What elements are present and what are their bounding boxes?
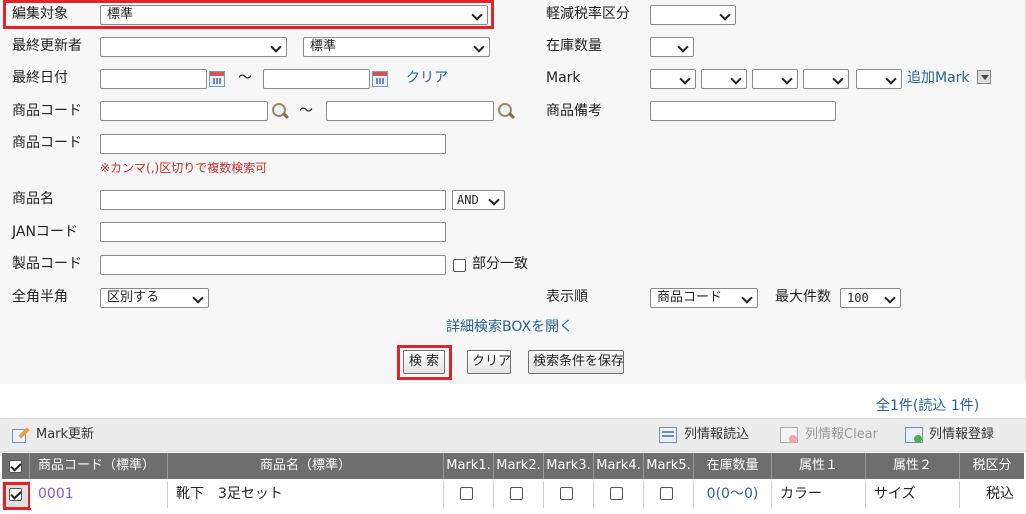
row-mark3-cell[interactable] bbox=[544, 481, 594, 508]
row-attr1: カラー bbox=[772, 481, 866, 508]
pencil-icon[interactable] bbox=[12, 427, 30, 443]
col-header-mark2[interactable]: Mark2. bbox=[494, 453, 544, 479]
row-mark5-cell[interactable] bbox=[644, 481, 694, 508]
col-header-tax[interactable]: 税区分 bbox=[960, 453, 1024, 479]
col-header-attr2[interactable]: 属性２ bbox=[866, 453, 960, 479]
sort-label: 表示順 bbox=[546, 289, 588, 305]
width-mode-label: 全角半角 bbox=[12, 289, 68, 305]
row-mark1-cell[interactable] bbox=[444, 481, 494, 508]
col-header-mark4[interactable]: Mark4. bbox=[594, 453, 644, 479]
last-updater-type-select[interactable]: 標準 bbox=[303, 37, 490, 57]
jan-code-label: JANコード bbox=[12, 224, 78, 240]
product-code-to-input[interactable] bbox=[326, 101, 494, 121]
max-count-select[interactable]: 100 bbox=[840, 288, 901, 308]
clear-button[interactable]: クリア bbox=[467, 350, 511, 374]
product-code-multi-label: 商品コード bbox=[12, 135, 82, 151]
product-code-range-label: 商品コード bbox=[12, 103, 82, 119]
row-mark1-checkbox[interactable] bbox=[460, 487, 473, 500]
max-count-label: 最大件数 bbox=[775, 289, 831, 305]
search-icon[interactable] bbox=[497, 102, 516, 120]
last-date-to-input[interactable] bbox=[263, 69, 370, 89]
col-header-mark1[interactable]: Mark1. bbox=[444, 453, 494, 479]
col-header-mark3[interactable]: Mark3. bbox=[544, 453, 594, 479]
date-clear-link[interactable]: クリア bbox=[406, 68, 448, 88]
edit-target-highlight bbox=[3, 0, 494, 29]
calendar-icon[interactable] bbox=[372, 71, 388, 87]
row-checkbox-highlight bbox=[3, 482, 31, 510]
result-count: 全1件(読込 1件) bbox=[876, 398, 980, 414]
col-header-product-name[interactable]: 商品名（標準） bbox=[168, 453, 444, 479]
column-read-icon[interactable] bbox=[659, 427, 677, 443]
row-mark4-cell[interactable] bbox=[594, 481, 644, 508]
calendar-icon[interactable] bbox=[209, 71, 225, 87]
row-tax: 税込 bbox=[960, 481, 1024, 508]
row-mark2-cell[interactable] bbox=[494, 481, 544, 508]
column-clear-button: 列情報Clear bbox=[805, 427, 878, 442]
mark-select-5[interactable] bbox=[856, 69, 902, 89]
mark-select-4[interactable] bbox=[803, 69, 849, 89]
row-mark4-checkbox[interactable] bbox=[610, 487, 623, 500]
row-mark2-checkbox[interactable] bbox=[510, 487, 523, 500]
manufacturer-code-label: 製品コード bbox=[12, 256, 82, 272]
row-attr2: サイズ bbox=[866, 481, 960, 508]
stock-qty-label: 在庫数量 bbox=[546, 38, 602, 54]
last-updater-label: 最終更新者 bbox=[12, 38, 82, 54]
product-code-from-input[interactable] bbox=[100, 101, 268, 121]
jan-code-input[interactable] bbox=[100, 222, 446, 242]
column-register-button[interactable]: 列情報登録 bbox=[929, 425, 994, 445]
product-name-op-select[interactable]: AND bbox=[452, 190, 505, 210]
partial-match-label: 部分一致 bbox=[472, 256, 528, 272]
search-button-highlight bbox=[397, 345, 452, 380]
select-all-checkbox[interactable] bbox=[9, 460, 22, 473]
manufacturer-code-input[interactable] bbox=[100, 255, 446, 275]
mark-update-button[interactable]: Mark更新 bbox=[36, 425, 94, 445]
add-mark-link[interactable]: 追加Mark bbox=[907, 68, 970, 88]
open-detail-search-link[interactable]: 詳細検索BOXを開く bbox=[446, 317, 573, 337]
column-clear-icon bbox=[780, 427, 798, 443]
column-register-icon[interactable] bbox=[905, 427, 923, 443]
last-updater-select[interactable] bbox=[100, 37, 287, 57]
search-icon[interactable] bbox=[271, 102, 290, 120]
mark-select-2[interactable] bbox=[701, 69, 747, 89]
mark-select-1[interactable] bbox=[650, 69, 696, 89]
last-date-from-input[interactable] bbox=[100, 69, 207, 89]
product-name-label: 商品名 bbox=[12, 191, 54, 207]
sort-select[interactable]: 商品コード bbox=[650, 288, 758, 308]
width-mode-select[interactable]: 区別する bbox=[100, 288, 209, 308]
product-code-tilde: ～ bbox=[299, 103, 313, 119]
row-stock[interactable]: 0(0～0) bbox=[694, 481, 772, 508]
product-remarks-label: 商品備考 bbox=[546, 103, 602, 119]
product-remarks-input[interactable] bbox=[650, 101, 836, 121]
row-mark3-checkbox[interactable] bbox=[560, 487, 573, 500]
product-code-multi-input[interactable] bbox=[100, 134, 446, 154]
date-range-tilde: ～ bbox=[238, 70, 252, 86]
partial-match-checkbox[interactable] bbox=[453, 259, 466, 272]
row-mark5-checkbox[interactable] bbox=[660, 487, 673, 500]
col-header-attr1[interactable]: 属性１ bbox=[772, 453, 866, 479]
stock-qty-select[interactable] bbox=[650, 37, 694, 57]
save-search-conditions-button[interactable]: 検索条件を保存 bbox=[528, 350, 624, 374]
tax-class-label: 軽減税率区分 bbox=[546, 6, 630, 22]
row-product-name: 靴下 3足セット bbox=[168, 481, 444, 508]
row-product-code[interactable]: 0001 bbox=[30, 481, 168, 508]
col-header-stock[interactable]: 在庫数量 bbox=[694, 453, 772, 479]
last-date-label: 最終日付 bbox=[12, 70, 68, 86]
product-name-input[interactable] bbox=[100, 190, 446, 210]
comma-separated-note: ※カンマ(,)区切りで複数検索可 bbox=[100, 161, 268, 175]
mark-label: Mark bbox=[546, 70, 581, 86]
col-header-product-code[interactable]: 商品コード（標準） bbox=[30, 453, 168, 479]
mark-select-3[interactable] bbox=[752, 69, 798, 89]
tax-class-select[interactable] bbox=[650, 5, 736, 25]
col-header-mark5[interactable]: Mark5. bbox=[644, 453, 694, 479]
column-read-button[interactable]: 列情報読込 bbox=[684, 425, 749, 445]
select-all-header[interactable] bbox=[2, 453, 30, 479]
add-mark-dropdown-icon[interactable] bbox=[977, 70, 991, 84]
